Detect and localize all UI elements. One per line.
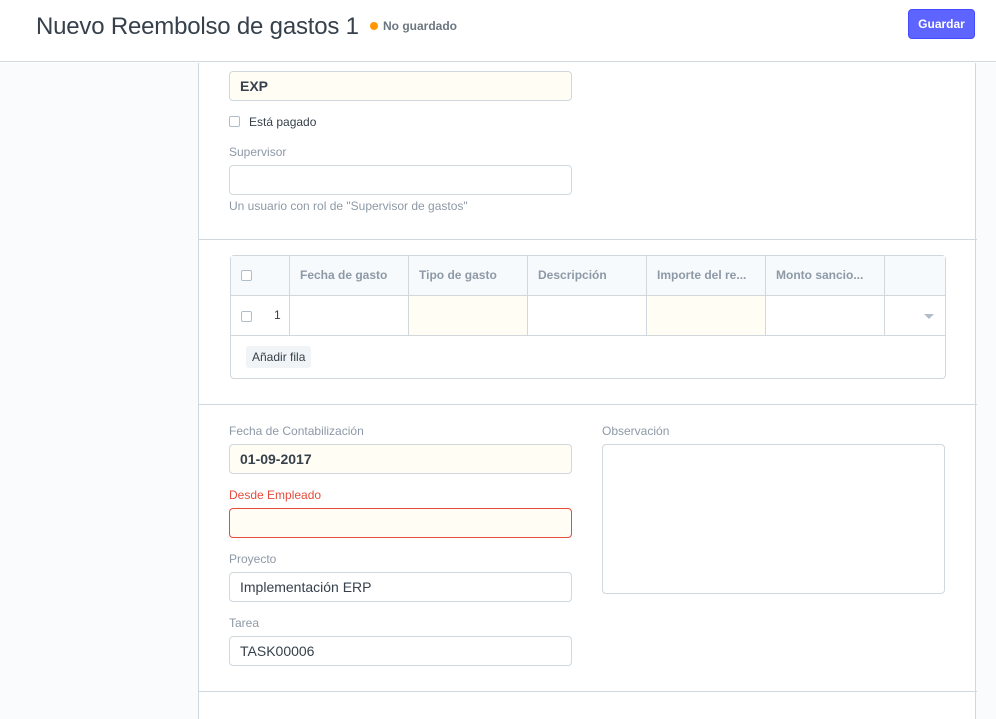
column-header-fecha[interactable]: Fecha de gasto <box>290 256 409 296</box>
grid-select-all-cell <box>231 256 290 296</box>
posting-date-input[interactable]: 01-09-2017 <box>229 444 572 474</box>
is-paid-checkbox[interactable] <box>229 116 240 127</box>
supervisor-label: Supervisor <box>229 145 287 159</box>
naming-series-field[interactable]: EXP <box>229 71 572 101</box>
is-paid-label: Está pagado <box>249 115 317 129</box>
task-input[interactable]: TASK00006 <box>229 636 572 666</box>
employee-label: Desde Empleado <box>229 488 322 502</box>
add-row-button[interactable]: Añadir fila <box>246 346 312 368</box>
supervisor-input[interactable] <box>229 165 572 195</box>
section-divider <box>199 691 977 692</box>
remark-label: Observación <box>602 424 670 438</box>
column-header-actions <box>885 256 945 296</box>
status-text: No guardado <box>383 19 457 33</box>
form-layout: EXP Está pagado Supervisor Un usuario co… <box>198 63 977 719</box>
cell-descripcion[interactable] <box>528 296 647 335</box>
cell-importe[interactable] <box>647 296 766 335</box>
row-index: 1 <box>274 308 281 322</box>
project-input[interactable]: Implementación ERP <box>229 572 572 602</box>
row-checkbox[interactable] <box>241 311 252 322</box>
section-divider <box>199 239 977 240</box>
column-header-tipo[interactable]: Tipo de gasto <box>409 256 528 296</box>
expenses-grid: Fecha de gasto Tipo de gasto Descripción… <box>230 255 946 379</box>
project-label: Proyecto <box>229 552 277 566</box>
supervisor-help-text: Un usuario con rol de "Supervisor de gas… <box>229 199 468 213</box>
page-title: Nuevo Reembolso de gastos 1 <box>36 13 359 40</box>
column-header-monto[interactable]: Monto sancio... <box>766 256 885 296</box>
unsaved-indicator: No guardado <box>370 19 457 33</box>
cell-monto[interactable] <box>766 296 885 335</box>
row-edit-caret-icon[interactable] <box>924 314 934 319</box>
section-divider <box>199 404 977 405</box>
posting-date-label: Fecha de Contabilización <box>229 424 364 438</box>
column-header-descripcion[interactable]: Descripción <box>528 256 647 296</box>
row-select-cell: 1 <box>231 296 290 335</box>
status-dot-icon <box>370 22 378 30</box>
grid-header-row: Fecha de gasto Tipo de gasto Descripción… <box>231 256 945 296</box>
task-label: Tarea <box>229 616 260 630</box>
cell-tipo[interactable] <box>409 296 528 335</box>
employee-input[interactable] <box>229 508 572 538</box>
remark-textarea[interactable] <box>602 444 945 594</box>
column-header-importe[interactable]: Importe del re... <box>647 256 766 296</box>
cell-fecha[interactable] <box>290 296 409 335</box>
save-button[interactable]: Guardar <box>908 9 975 39</box>
page-head: Nuevo Reembolso de gastos 1 No guardado … <box>0 0 996 62</box>
table-row[interactable]: 1 <box>231 296 945 336</box>
select-all-checkbox[interactable] <box>241 270 252 281</box>
